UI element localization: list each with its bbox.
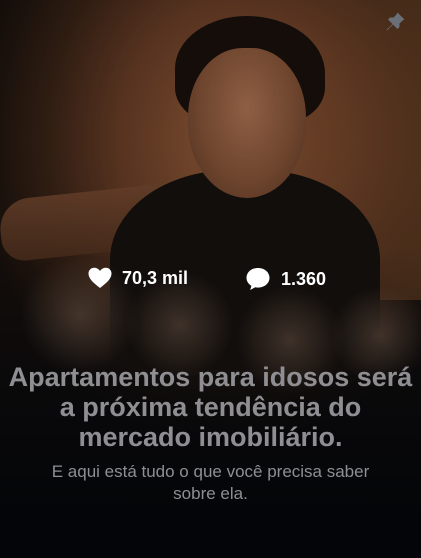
pin-icon[interactable] [381, 8, 409, 36]
engagement-stats: 70,3 mil 1.360 [0, 266, 421, 294]
comments-stat[interactable]: 1.360 [244, 266, 326, 292]
post-headline: Apartamentos para idosos será a próxima … [8, 362, 413, 452]
post-subheadline: E aqui está tudo o que você precisa sabe… [51, 462, 370, 503]
post-card[interactable]: 70,3 mil 1.360 Apartamentos para idosos … [0, 0, 421, 558]
likes-stat[interactable]: 70,3 mil [87, 266, 188, 290]
comments-count: 1.360 [281, 268, 327, 289]
likes-count: 70,3 mil [122, 267, 189, 288]
pin-icon-glyph [386, 12, 405, 31]
comment-bubble-icon [246, 268, 270, 290]
heart-icon [88, 267, 112, 288]
